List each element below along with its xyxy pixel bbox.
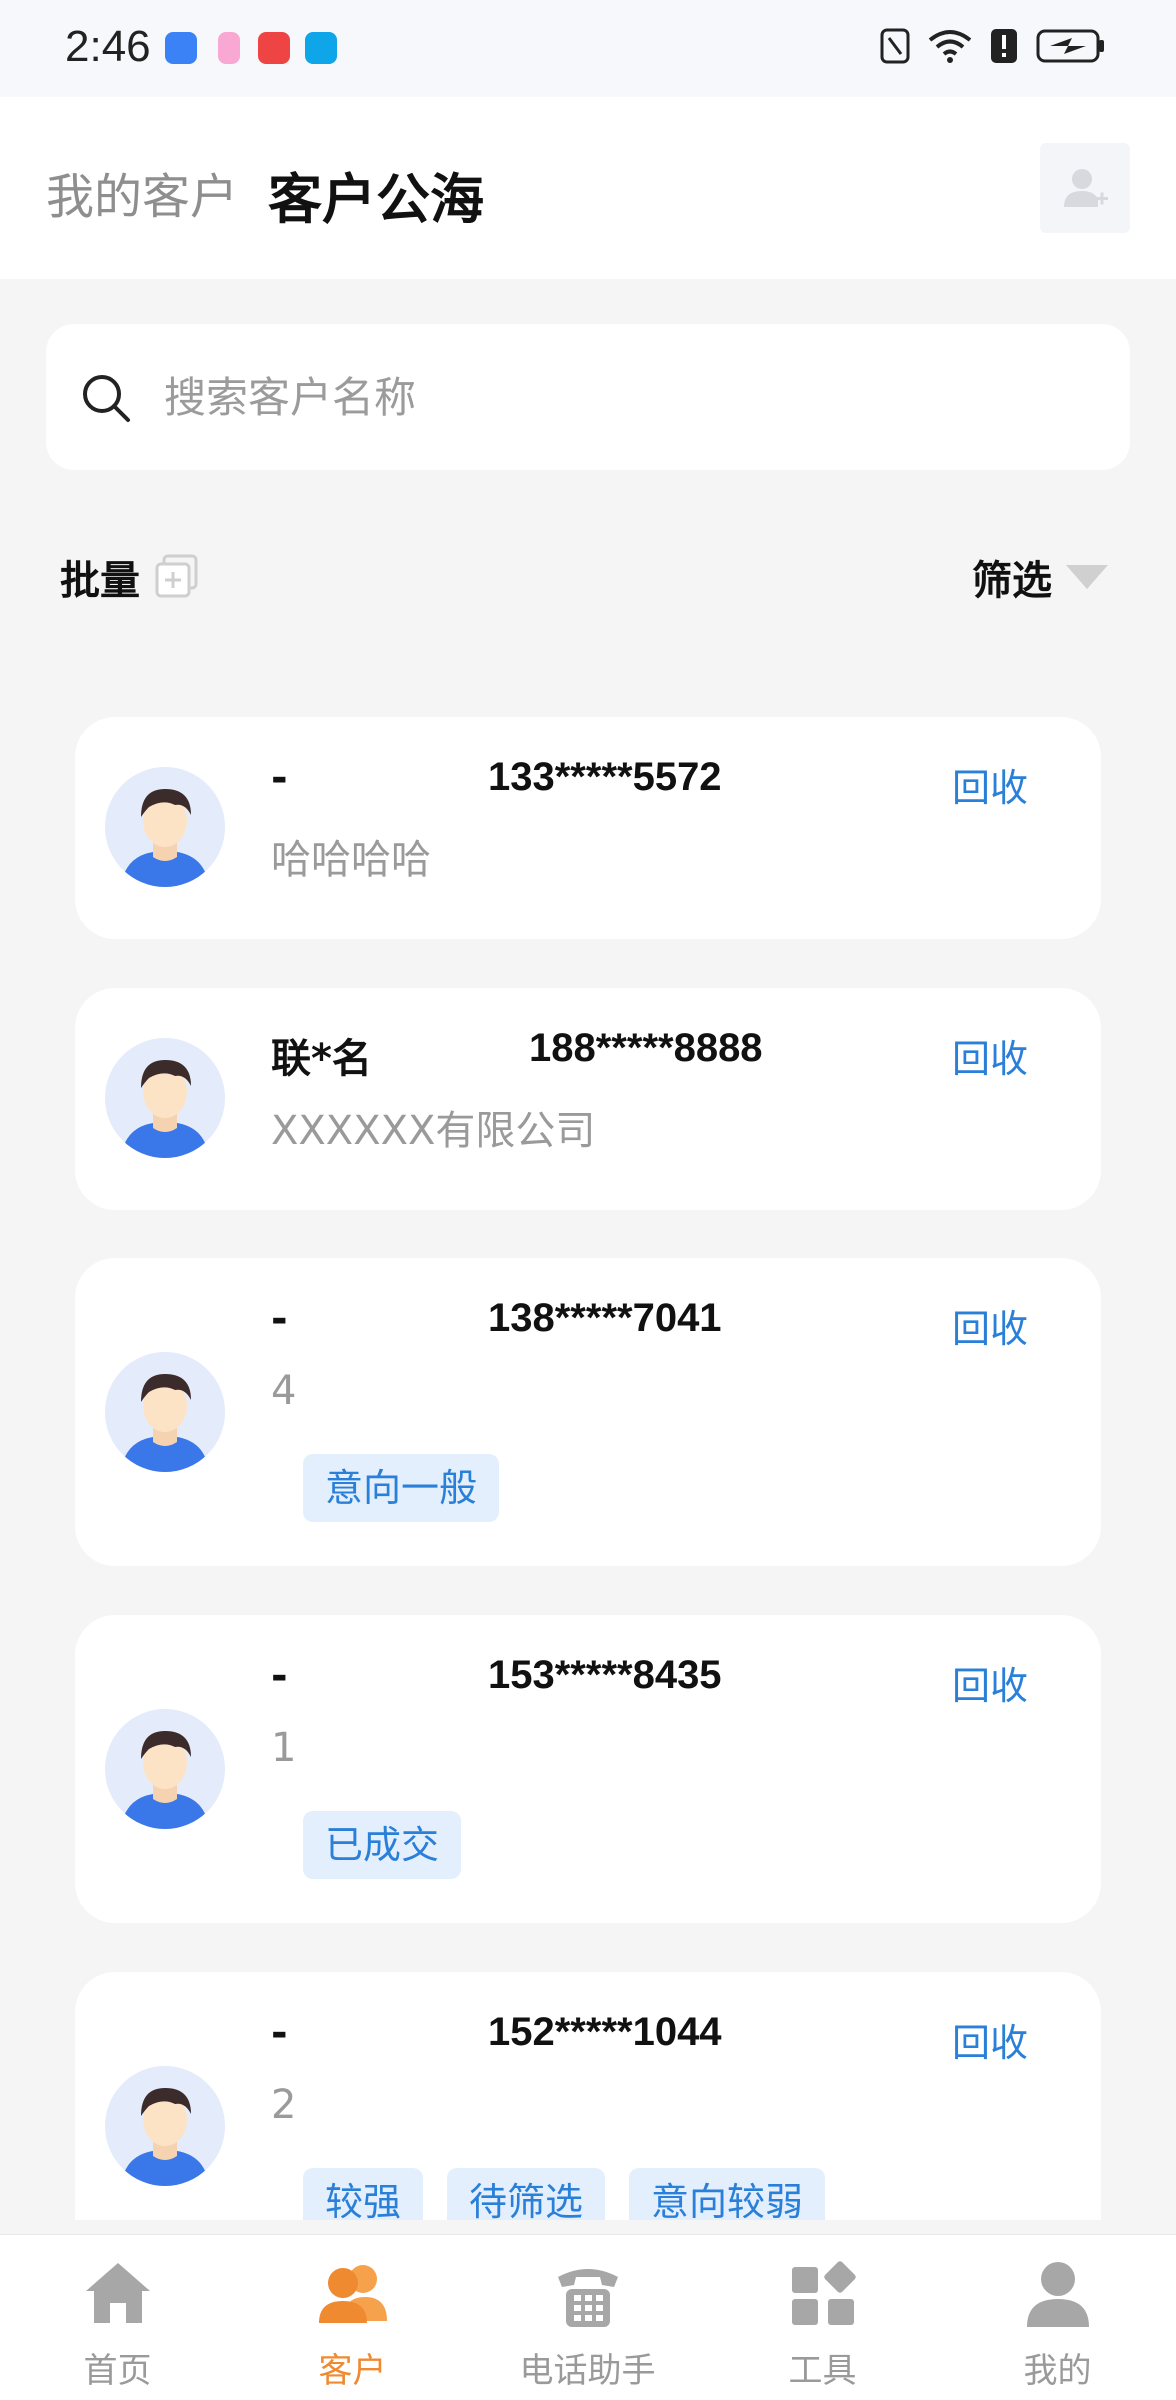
customer-note: 2 <box>271 2082 297 2128</box>
customer-card[interactable]: - 153*****8435 回收 1 已成交 <box>75 1615 1101 1923</box>
add-user-icon <box>1064 169 1108 207</box>
nav-label: 首页 <box>83 2351 152 2391</box>
customer-note: 4 <box>271 1368 297 1414</box>
home-icon <box>85 2263 150 2323</box>
customer-name: - <box>271 2010 288 2056</box>
nav-label: 客户 <box>318 2351 387 2391</box>
wifi-icon <box>928 30 972 63</box>
customer-phone: 138*****7041 <box>488 1296 722 1340</box>
nav-item-home[interactable]: 首页 <box>0 2235 235 2400</box>
add-user-button[interactable] <box>1040 143 1130 233</box>
customer-company: XXXXXX有限公司 <box>271 1108 596 1154</box>
nav-item-tools[interactable]: 工具 <box>705 2235 940 2400</box>
app-notification-icon <box>218 32 240 64</box>
status-badge: 已成交 <box>303 1811 462 1879</box>
customer-card[interactable]: - 138*****7041 回收 4 意向一般 <box>75 1258 1101 1566</box>
batch-button[interactable]: 批量 <box>60 548 200 606</box>
tab-my-customers[interactable]: 我的客户 <box>46 157 238 227</box>
nav-item-phone-assistant[interactable]: 电话助手 <box>470 2235 705 2400</box>
avatar <box>105 1038 225 1158</box>
customer-name: 联*名 <box>271 1036 372 1082</box>
customer-card[interactable]: - 152*****1044 回收 2 较强 待筛选 意向较弱 <box>75 1972 1101 2220</box>
customer-phone: 152*****1044 <box>488 2010 722 2054</box>
customer-list: - 133*****5572 回收 哈哈哈哈 联*名 188*****8888 … <box>0 700 1176 2220</box>
nav-label: 我的 <box>1023 2351 1092 2391</box>
filter-button[interactable]: 筛选 <box>972 548 1110 606</box>
chevron-down-icon <box>1066 565 1108 589</box>
system-icons <box>880 28 1106 64</box>
search-box[interactable] <box>46 324 1130 470</box>
bottom-nav: 首页 客户 电话助手 工具 我的 <box>0 2234 1176 2400</box>
avatar <box>105 2066 225 2186</box>
filter-label: 筛选 <box>972 558 1052 604</box>
status-time: 2:46 <box>65 22 151 71</box>
customer-name: - <box>271 1296 288 1342</box>
tag-list: 已成交 <box>303 1811 462 1879</box>
nav-item-profile[interactable]: 我的 <box>940 2235 1175 2400</box>
customer-card[interactable]: - 133*****5572 回收 哈哈哈哈 <box>75 717 1101 939</box>
recycle-button[interactable]: 回收 <box>952 1028 1028 1083</box>
nav-label: 电话助手 <box>519 2351 656 2391</box>
nav-label: 工具 <box>788 2351 857 2391</box>
phone-assistant-icon <box>557 2269 618 2327</box>
nav-item-customers[interactable]: 客户 <box>235 2235 470 2400</box>
customer-note: 1 <box>271 1725 297 1771</box>
status-badge: 待筛选 <box>447 2168 606 2220</box>
recycle-button[interactable]: 回收 <box>952 1298 1028 1353</box>
customer-name: - <box>271 755 288 801</box>
batch-label: 批量 <box>60 558 140 604</box>
battery-charging-icon <box>1036 29 1104 63</box>
tools-icon <box>791 2261 856 2325</box>
batch-select-icon <box>155 554 198 598</box>
customer-name: - <box>271 1653 288 1699</box>
book-notification-icon <box>258 32 290 64</box>
search-input[interactable] <box>164 364 1064 430</box>
customer-card[interactable]: 联*名 188*****8888 回收 XXXXXX有限公司 <box>75 988 1101 1210</box>
customer-company: 哈哈哈哈 <box>271 837 431 883</box>
tab-public-pool[interactable]: 客户公海 <box>268 155 484 234</box>
profile-icon <box>1026 2262 1089 2327</box>
customers-icon <box>318 2265 387 2323</box>
customer-phone: 188*****8888 <box>529 1026 763 1070</box>
customer-phone: 133*****5572 <box>488 755 722 799</box>
status-badge: 意向一般 <box>303 1454 500 1522</box>
search-notification-icon <box>305 32 337 64</box>
avatar <box>105 767 225 887</box>
status-bar: 2:46 <box>0 0 1176 97</box>
status-badge: 意向较弱 <box>629 2168 826 2220</box>
recycle-button[interactable]: 回收 <box>952 757 1028 812</box>
customer-phone: 153*****8435 <box>488 1653 722 1697</box>
tag-list: 较强 待筛选 意向较弱 <box>303 2168 826 2220</box>
search-icon <box>83 375 130 422</box>
recycle-button[interactable]: 回收 <box>952 1655 1028 1710</box>
recycle-button[interactable]: 回收 <box>952 2012 1028 2067</box>
nfc-icon <box>880 28 910 64</box>
alert-icon <box>991 29 1017 63</box>
status-badge: 较强 <box>303 2168 424 2220</box>
avatar <box>105 1709 225 1829</box>
header: 我的客户 客户公海 <box>0 97 1176 279</box>
tag-list: 意向一般 <box>303 1454 500 1522</box>
avatar <box>105 1352 225 1472</box>
usb-notification-icon <box>165 32 197 64</box>
